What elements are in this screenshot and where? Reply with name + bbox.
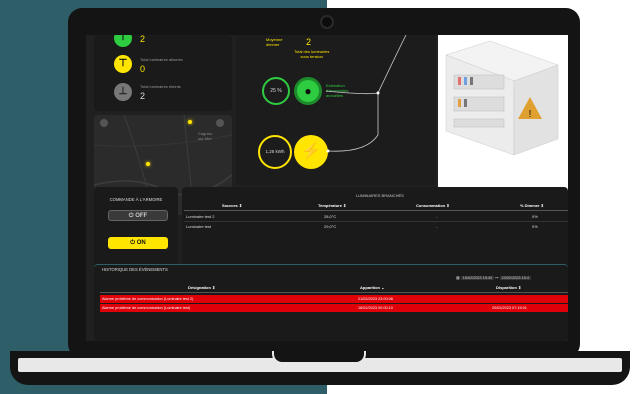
map-marker[interactable] [146,162,150,166]
svg-text:!: ! [529,109,532,120]
cabinet-illustration: ! [445,40,559,156]
history-header-row: Désignation ⇕ Apparition ⌄ Disparition ⇕ [100,285,568,293]
cell-source: Luminaire test 2 [186,214,215,219]
date-separator-arrow: ↦ [495,276,500,280]
table-row[interactable]: Luminaire test 29,0°C - 0% [184,224,568,232]
cell-temperature: 28,0°C [324,214,337,219]
zoom-in-icon[interactable] [100,119,108,127]
camera-icon [320,15,334,29]
cell-dimmer: 0% [532,224,538,229]
dashboard-screen: ⊤ 2 ⊤ Total luminaires allumés 0 ⊥ Total… [86,35,568,341]
off-luminaires-label: Total luminaires éteints [140,84,181,89]
map-marker[interactable] [188,120,192,124]
alarm-row[interactable]: Alarme problème de communication (Lumina… [100,295,568,303]
energy-panel: Moyenne dimmer 2 Total des luminaires so… [236,35,436,185]
on-button-label: ON [136,240,146,246]
date-from[interactable]: 16/02/2023 15:40 [460,276,495,280]
cell-dimmer: 0% [532,214,538,219]
col-designation[interactable]: Désignation ⇕ [188,285,215,290]
alarm-designation: Alarme problème de communication (Lumina… [102,306,191,310]
history-title: HISTORIQUE DES ÉVÉNEMENTS [102,267,168,272]
cell-consumption: - [436,224,438,229]
map-city-label: Cagnes- sur-Mer [198,131,214,141]
off-button-label: OFF [135,213,148,219]
cell-source: Luminaire test [186,224,212,229]
alarm-designation: Alarme problème de communication (Lumina… [102,297,194,301]
col-consumption[interactable]: Consommation ⇕ [416,203,450,208]
col-appearance[interactable]: Apparition ⌄ [360,285,384,290]
off-button[interactable]: ⏻ OFF [108,210,168,221]
total-luminaires-value: 2 [140,35,146,44]
alarm-disappearance: 20/02/2023 07:15:01 [492,306,527,310]
col-dimmer[interactable]: % Dimmer ⇕ [520,203,544,208]
history-date-range: ▦ 16/02/2023 15:40 ↦ 23/02/2023 15:4 [456,275,531,280]
luminaires-table-title: LUMINAIRES BRANCHÉS [356,193,404,198]
lit-luminaire-icon: ⊤ [114,55,132,73]
col-disappearance[interactable]: Disparition ⇕ [496,285,521,290]
calendar-icon: ▦ [456,276,461,280]
table-row[interactable]: Luminaire test 2 28,0°C - 0% [184,214,568,222]
off-luminaires-value: 2 [140,91,146,101]
command-title: COMMANDE À L'ARMOIRE [109,197,163,202]
alarm-row[interactable]: Alarme problème de communication (Lumina… [100,304,568,312]
off-luminaire-icon: ⊥ [114,83,132,101]
alarm-appearance: 21/02/2023 23:00:08 [358,297,393,301]
lit-luminaires-value: 0 [140,64,146,74]
col-sources[interactable]: Sources ⇕ [222,203,242,208]
lit-luminaires-label: Total luminaires allumés [140,57,183,62]
alarm-appearance: 16/02/2023 00:00:10 [358,306,393,310]
luminaire-icon: ⊤ [114,35,132,47]
cell-temperature: 29,0°C [324,224,337,229]
stats-panel: ⊤ 2 ⊤ Total luminaires allumés 0 ⊥ Total… [94,35,232,111]
col-temperature[interactable]: Température ⇕ [318,203,346,208]
laptop-hinge-notch [272,351,366,364]
table-header-row: Sources ⇕ Température ⇕ Consommation ⇕ %… [184,203,568,211]
connector-lines [325,35,407,153]
date-to[interactable]: 23/02/2023 15:4 [499,276,531,280]
cell-consumption: - [436,214,438,219]
on-button[interactable]: ⏻ ON [108,237,168,249]
fullscreen-icon[interactable] [216,119,224,127]
